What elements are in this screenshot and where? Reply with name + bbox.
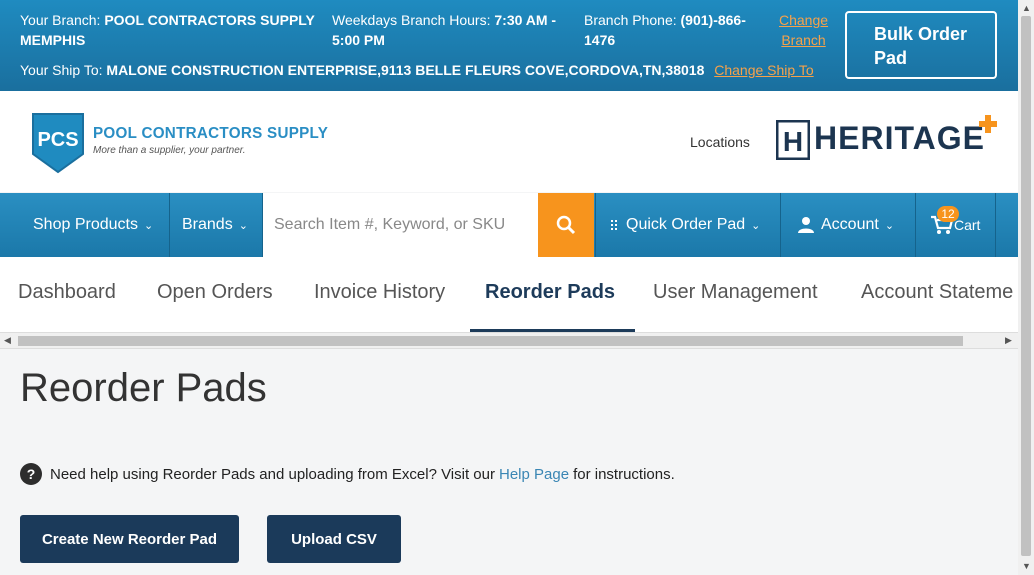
heritage-mark: H: [783, 126, 803, 157]
shop-products-menu[interactable]: Shop Products ⌄: [0, 193, 170, 257]
help-page-link[interactable]: Help Page: [499, 466, 569, 483]
chevron-down-icon: ⌄: [884, 219, 895, 232]
branch-label: Your Branch:: [20, 12, 101, 28]
shipto-value: MALONE CONSTRUCTION ENTERPRISE,9113 BELL…: [106, 62, 705, 78]
quick-order-label: Quick Order Pad: [626, 216, 746, 233]
shop-products-label: Shop Products: [33, 216, 138, 233]
page-title: Reorder Pads: [20, 366, 267, 410]
page-vertical-scrollbar[interactable]: ▲ ▼: [1018, 0, 1034, 575]
change-branch-link[interactable]: Change Branch: [779, 10, 828, 50]
branch-hours: Weekdays Branch Hours: 7:30 AM - 5:00 PM: [332, 10, 556, 50]
branch-phone: Branch Phone: (901)-866- 1476: [584, 10, 746, 50]
account-tabs: Dashboard Open Orders Invoice History Re…: [0, 257, 1018, 333]
upload-csv-button[interactable]: Upload CSV: [267, 515, 401, 563]
help-text-pre: Need help using Reorder Pads and uploadi…: [50, 465, 495, 483]
bulk-order-pad-button[interactable]: Bulk Order Pad: [845, 11, 997, 79]
main-navbar: Shop Products ⌄ Brands ⌄ Quick Order Pad…: [0, 193, 1018, 257]
chevron-down-icon: ⌄: [143, 219, 154, 232]
search-button[interactable]: [538, 193, 594, 257]
phone-label: Branch Phone:: [584, 12, 677, 28]
account-label: Account: [821, 216, 879, 233]
pcs-logo[interactable]: PCS POOL CONTRACTORS SUPPLY More than a …: [29, 110, 328, 174]
tabs-horizontal-scrollbar[interactable]: ◀ ▶: [0, 333, 1018, 349]
logo-initials: PCS: [37, 129, 78, 151]
scroll-right-icon[interactable]: ▶: [1005, 335, 1012, 346]
cart-link[interactable]: Cart: [916, 193, 996, 257]
pcs-shield-icon: PCS: [32, 113, 84, 174]
plus-icon: [979, 115, 997, 133]
help-text-post: for instructions.: [573, 465, 675, 483]
active-tab-indicator: [470, 329, 635, 332]
brands-menu[interactable]: Brands ⌄: [170, 193, 263, 257]
change-ship-to-link[interactable]: Change Ship To: [714, 62, 813, 78]
tab-dashboard[interactable]: Dashboard: [18, 281, 116, 304]
scrollbar-thumb[interactable]: [18, 336, 963, 346]
search-icon: [556, 215, 576, 235]
cart-count-badge: 12: [937, 206, 959, 222]
help-message: ? Need help using Reorder Pads and uploa…: [20, 463, 675, 485]
chevron-down-icon: ⌄: [751, 219, 761, 232]
create-reorder-pad-button[interactable]: Create New Reorder Pad: [20, 515, 239, 563]
tab-reorder-pads[interactable]: Reorder Pads: [485, 281, 615, 304]
hours-open: 7:30 AM -: [494, 12, 557, 28]
ship-to-info: Your Ship To: MALONE CONSTRUCTION ENTERP…: [20, 60, 814, 80]
branch-info-bar: Your Branch: POOL CONTRACTORS SUPPLY MEM…: [0, 0, 1018, 91]
grid-dots-icon: [611, 220, 617, 230]
branch-name-city: MEMPHIS: [20, 32, 86, 48]
heritage-h-icon: H: [776, 120, 810, 160]
scroll-up-icon[interactable]: ▲: [1022, 3, 1031, 13]
hours-close: 5:00 PM: [332, 32, 385, 48]
phone-part1: (901)-866-: [680, 12, 746, 28]
heritage-logo[interactable]: H HERITAGE: [776, 115, 1001, 162]
logo-name: POOL CONTRACTORS SUPPLY: [93, 125, 329, 142]
search-input[interactable]: [263, 193, 538, 257]
branch-info: Your Branch: POOL CONTRACTORS SUPPLY MEM…: [20, 10, 315, 50]
scrollbar-thumb[interactable]: [1021, 16, 1031, 556]
user-icon: [798, 217, 814, 233]
hours-label: Weekdays Branch Hours:: [332, 12, 491, 28]
scroll-left-icon[interactable]: ◀: [4, 335, 11, 346]
locations-link[interactable]: Locations: [690, 134, 750, 150]
account-menu[interactable]: Account ⌄: [781, 193, 916, 257]
phone-part2: 1476: [584, 32, 616, 48]
heritage-name: HERITAGE: [814, 120, 985, 156]
quick-order-pad-menu[interactable]: Quick Order Pad ⌄: [595, 193, 781, 257]
question-icon: ?: [20, 463, 42, 485]
tab-account-statements[interactable]: Account Stateme: [861, 281, 1013, 304]
site-header: PCS POOL CONTRACTORS SUPPLY More than a …: [0, 91, 1018, 192]
change-branch-word1[interactable]: Change: [779, 12, 828, 28]
shipto-label: Your Ship To:: [20, 62, 103, 78]
bulk-label-2: Pad: [874, 48, 908, 68]
brands-label: Brands: [182, 216, 233, 233]
tab-user-management[interactable]: User Management: [653, 281, 818, 304]
change-branch-word2[interactable]: Branch: [781, 32, 825, 48]
scroll-down-icon[interactable]: ▼: [1022, 561, 1031, 571]
tab-invoice-history[interactable]: Invoice History: [314, 281, 445, 304]
cart-label: Cart: [954, 217, 981, 233]
tab-open-orders[interactable]: Open Orders: [157, 281, 273, 304]
bulk-label-1: Bulk Order: [874, 24, 968, 44]
branch-name: POOL CONTRACTORS SUPPLY: [104, 12, 315, 28]
chevron-down-icon: ⌄: [238, 219, 248, 232]
logo-tagline: More than a supplier, your partner.: [93, 145, 246, 156]
